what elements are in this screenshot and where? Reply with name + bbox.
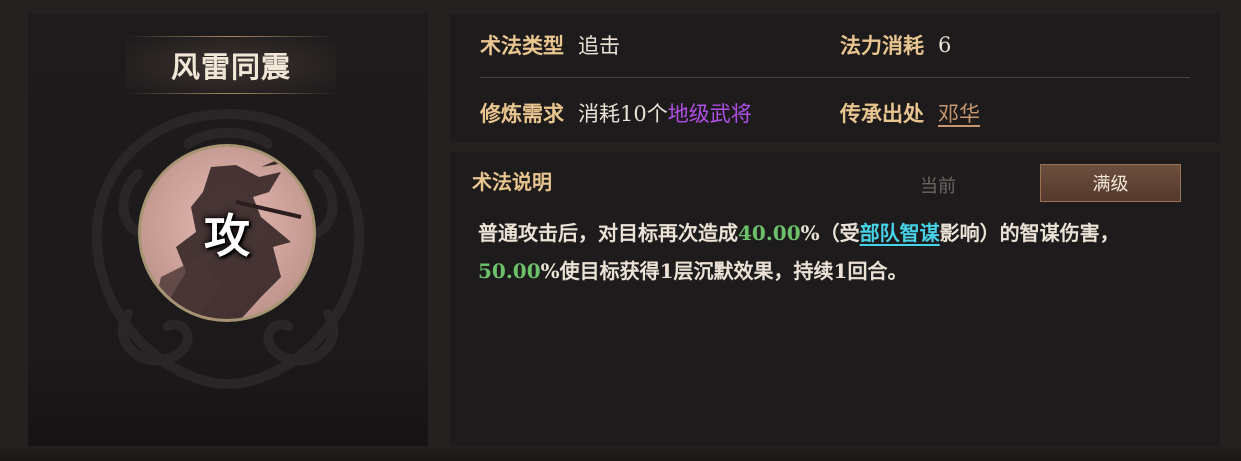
desc-part: 影响）的智谋伤害， <box>939 221 1120 245</box>
skill-portrait-panel: 风雷同震 攻 <box>28 14 428 446</box>
desc-part: %（受 <box>800 221 860 245</box>
requirement-prefix: 消耗10个 <box>578 102 668 126</box>
skill-name: 风雷同震 <box>170 50 291 84</box>
info-divider <box>480 77 1190 78</box>
description-text: 普通攻击后，对目标再次造成40.00%（受部队智谋影响）的智谋伤害， 50.00%… <box>478 214 1198 290</box>
origin-link[interactable]: 邓华 <box>938 98 980 128</box>
origin-row: 传承出处 邓华 <box>840 98 980 128</box>
requirement-label: 修炼需求 <box>480 101 564 126</box>
requirement-value: 消耗10个地级武将 <box>578 98 752 128</box>
tab-max-level[interactable]: 满级 <box>1040 164 1181 202</box>
description-title: 术法说明 <box>472 170 552 194</box>
desc-part: 普通攻击后，对目标再次造成 <box>478 221 738 245</box>
type-row: 术法类型 追击 <box>480 30 620 60</box>
tab-current-level[interactable]: 当前 <box>920 172 956 198</box>
type-label: 术法类型 <box>480 33 564 58</box>
requirement-highlight: 地级武将 <box>667 102 752 126</box>
chance-value: 50.00 <box>478 259 541 283</box>
origin-label: 传承出处 <box>840 101 924 126</box>
skill-title-plate: 风雷同震 <box>126 36 336 94</box>
cost-value: 6 <box>938 33 952 57</box>
cost-row: 法力消耗 6 <box>840 30 951 60</box>
cost-label: 法力消耗 <box>840 33 924 58</box>
requirement-row: 修炼需求 消耗10个地级武将 <box>480 98 752 128</box>
stat-link[interactable]: 部队智谋 <box>860 221 940 245</box>
description-panel: 术法说明 当前 满级 普通攻击后，对目标再次造成40.00%（受部队智谋影响）的… <box>450 152 1220 446</box>
skill-info-panel: 术法类型 追击 法力消耗 6 修炼需求 消耗10个地级武将 传承出处 邓华 <box>450 14 1220 143</box>
skill-emblem: 攻 <box>138 144 316 322</box>
bottom-shadow <box>0 445 1241 461</box>
skill-type-char: 攻 <box>204 209 250 263</box>
type-value: 追击 <box>578 34 620 58</box>
desc-part: %使目标获得1层沉默效果，持续1回合。 <box>540 259 908 283</box>
damage-value: 40.00 <box>738 221 801 245</box>
